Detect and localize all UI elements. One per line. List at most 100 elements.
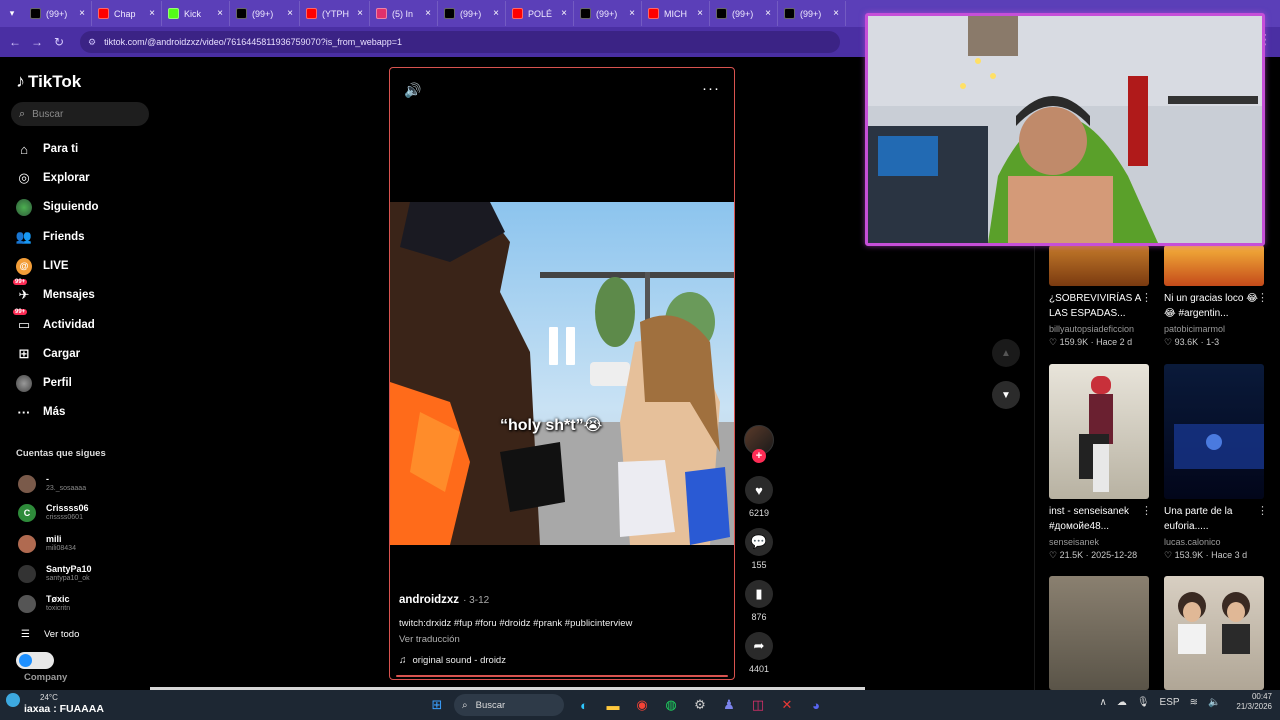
browser-tab[interactable]: (99+) × (778, 1, 846, 26)
chevron-up-icon[interactable]: ∧ (1100, 697, 1107, 708)
edge-icon[interactable]: ◐ (572, 693, 596, 717)
video-author[interactable]: androidzxz · 3-12 (399, 594, 489, 606)
close-tab-icon[interactable]: × (629, 8, 635, 19)
settings-icon[interactable]: ⚙ (688, 693, 712, 717)
forward-button[interactable]: → (26, 31, 48, 53)
more-vertical-icon[interactable]: ⋮ (1141, 291, 1152, 304)
cloud-icon[interactable]: ☁ (1117, 697, 1127, 708)
close-tab-icon[interactable]: × (765, 8, 771, 19)
browser-tab[interactable]: (5) In × (370, 1, 438, 26)
like-button[interactable]: ♥ 6219 (742, 476, 776, 518)
video-thumbnail[interactable] (1049, 245, 1149, 286)
taskbar-search[interactable]: ⌕ Buscar (454, 694, 564, 716)
teams-icon[interactable]: ♟ (717, 693, 741, 717)
video-thumbnail[interactable] (1164, 364, 1264, 499)
microphone-icon[interactable]: 🎙 (1137, 697, 1150, 708)
video-frame[interactable] (390, 202, 734, 545)
browser-tab[interactable]: MICH × (642, 1, 710, 26)
video-sound-link[interactable]: ♫ original sound - droidz (399, 655, 506, 666)
following-account[interactable]: SantyPa10 santypa10_ok (18, 564, 92, 583)
nav-item-para-ti[interactable]: ⌂ Para ti (16, 137, 78, 161)
video-title[interactable]: Una parte de la euforia..... (1164, 504, 1264, 534)
nav-item-mas[interactable]: ··· Más (16, 400, 66, 424)
video-author[interactable]: patobicimarmol (1164, 324, 1225, 334)
video-author[interactable]: senseisanek (1049, 537, 1099, 547)
video-thumbnail[interactable] (1164, 245, 1264, 286)
see-translation-link[interactable]: Ver traducción (399, 634, 460, 645)
close-tab-icon[interactable]: × (697, 8, 703, 19)
previous-video-button[interactable]: ▲ (992, 339, 1020, 367)
file-explorer-icon[interactable]: ▬ (601, 693, 625, 717)
instagram-icon[interactable]: ◫ (746, 693, 770, 717)
video-thumbnail[interactable] (1164, 576, 1264, 690)
search-box[interactable]: ⌕ (11, 102, 149, 126)
clock[interactable]: 00:47 21/3/2026 (1236, 692, 1272, 712)
close-tab-icon[interactable]: × (217, 8, 223, 19)
nav-item-friends[interactable]: 👥 Friends (16, 225, 85, 249)
volume-icon[interactable]: 🔈 (1208, 697, 1220, 708)
see-all-button[interactable]: ☰ Ver todo (21, 629, 79, 640)
following-account[interactable]: C Crissss06 crissss0601 (18, 503, 89, 522)
video-author[interactable]: billyautopsiadeficcion (1049, 324, 1134, 334)
next-video-button[interactable]: ▼ (992, 381, 1020, 409)
video-thumbnail[interactable] (1049, 364, 1149, 499)
nav-item-mensajes[interactable]: ✈ 99+ Mensajes (13, 279, 95, 307)
nav-item-siguiendo[interactable]: Siguiendo (16, 195, 99, 219)
browser-tab[interactable]: (99+) × (230, 1, 300, 26)
nav-item-actividad[interactable]: ▭ 99+ Actividad (13, 309, 95, 337)
tab-list-menu-button[interactable]: ▾ (0, 0, 24, 27)
tiktok-logo[interactable]: ♪ TikTok (16, 71, 81, 92)
following-account[interactable]: Tøxic toxicritn (18, 594, 70, 613)
close-tab-icon[interactable]: × (149, 8, 155, 19)
browser-tab[interactable]: (YTPH × (300, 1, 370, 26)
nav-item-live[interactable]: @ LIVE (16, 254, 69, 278)
comment-button[interactable]: 💬 155 (742, 528, 776, 570)
close-tab-icon[interactable]: × (833, 8, 839, 19)
browser-tab[interactable]: (99+) × (574, 1, 642, 26)
site-info-icon[interactable]: ⚙ (88, 37, 96, 48)
following-account[interactable]: mili mili08434 (18, 534, 76, 553)
effect-toggle[interactable] (16, 652, 54, 669)
following-account[interactable]: -23._sosaaaa (18, 474, 86, 493)
save-button[interactable]: ▮ 876 (742, 580, 776, 622)
video-title[interactable]: ¿SOBREVIVIRÍAS A LAS ESPADAS... (1049, 291, 1149, 321)
nav-item-perfil[interactable]: Perfil (16, 371, 72, 395)
discord-icon[interactable]: ◕ (804, 693, 828, 717)
url-field[interactable]: ⚙ tiktok.com/@androidzxz/video/761644581… (80, 31, 840, 53)
browser-tab[interactable]: (99+) × (24, 1, 92, 26)
browser-tab[interactable]: (99+) × (438, 1, 506, 26)
more-vertical-icon[interactable]: ⋮ (1141, 504, 1152, 517)
browser-tab[interactable]: Chap × (92, 1, 162, 26)
reload-button[interactable]: ↻ (48, 31, 70, 53)
video-progress-bar[interactable] (396, 675, 728, 677)
language-indicator[interactable]: ESP (1160, 697, 1180, 708)
close-tab-icon[interactable]: × (493, 8, 499, 19)
more-vertical-icon[interactable]: ⋮ (1257, 291, 1268, 304)
browser-tab[interactable]: POLÉ × (506, 1, 574, 26)
share-button[interactable]: ➦ 4401 (742, 632, 776, 674)
nav-item-explorar[interactable]: ◎ Explorar (16, 166, 89, 190)
video-title[interactable]: Ni un gracias loco 😂😂 #argentin... (1164, 291, 1264, 321)
video-player[interactable]: 🔊 ··· “holy sh*t”😭 androidzxz · 3-12 twi… (389, 67, 735, 680)
close-tab-icon[interactable]: × (561, 8, 567, 19)
more-vertical-icon[interactable]: ⋮ (1257, 504, 1268, 517)
follow-plus-icon[interactable]: + (752, 449, 766, 463)
close-tab-icon[interactable]: × (79, 8, 85, 19)
company-link[interactable]: Company (24, 672, 67, 683)
close-tab-icon[interactable]: × (287, 8, 293, 19)
video-title[interactable]: inst - senseisanek #домойе48... (1049, 504, 1149, 534)
nav-item-cargar[interactable]: ⊞ Cargar (16, 342, 81, 366)
pause-button[interactable] (542, 326, 582, 366)
close-tab-icon[interactable]: × (425, 8, 431, 19)
browser-tab[interactable]: Kick × (162, 1, 230, 26)
weather-widget[interactable]: 24°C iaxaa : FUAAAA (6, 693, 104, 715)
close-tab-icon[interactable]: × (357, 8, 363, 19)
spotify-icon[interactable]: ◍ (659, 693, 683, 717)
windows-start-icon[interactable]: ⊞ (425, 693, 449, 717)
wifi-icon[interactable]: ≋ (1190, 697, 1198, 708)
chrome-icon[interactable]: ◉ (630, 693, 654, 717)
volume-icon[interactable]: 🔊 (404, 82, 421, 99)
browser-tab[interactable]: (99+) × (710, 1, 778, 26)
app-icon[interactable]: ✕ (775, 693, 799, 717)
video-thumbnail[interactable] (1049, 576, 1149, 690)
